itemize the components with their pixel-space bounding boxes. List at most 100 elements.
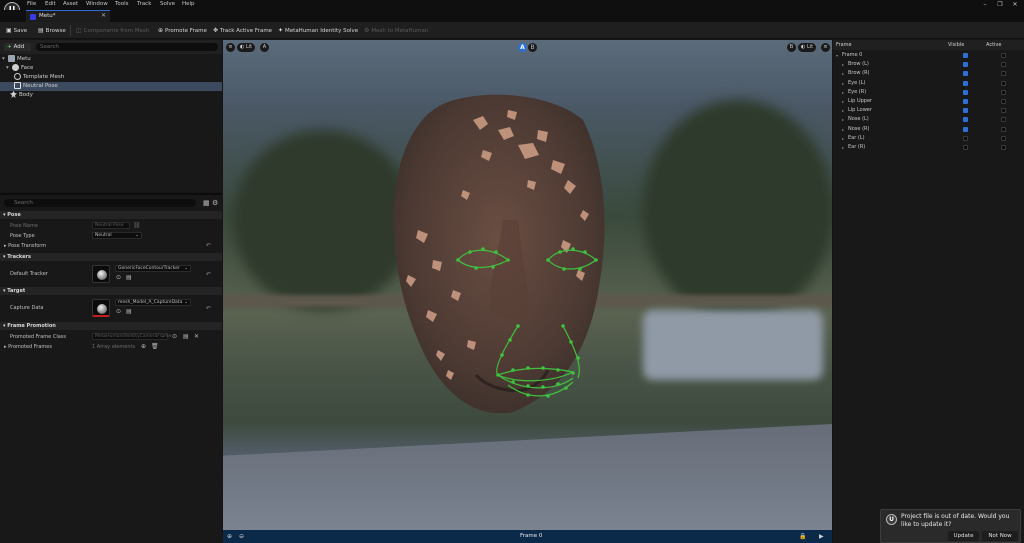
expand-arrow-icon[interactable]: ▸ <box>842 79 844 88</box>
zoom-out-icon[interactable]: ⊖ <box>239 533 244 540</box>
section-frame-promotion[interactable]: ▾ Frame Promotion <box>0 322 222 330</box>
details-search-input[interactable]: Search <box>4 199 196 207</box>
menu-help[interactable]: Help <box>182 1 195 7</box>
browse-asset-icon[interactable]: ▤ <box>126 308 132 315</box>
visible-checkbox[interactable] <box>963 62 968 68</box>
expand-arrow-icon[interactable]: ▸ <box>842 106 844 115</box>
active-checkbox[interactable] <box>1001 108 1006 114</box>
frame-row[interactable]: ▸ Ear (L) <box>833 134 1024 143</box>
expand-arrow-icon[interactable]: ▸ <box>842 97 844 106</box>
capture-data-dropdown[interactable]: mesh_Model_A_CaptureData ⌄ <box>115 299 191 306</box>
tree-item-face[interactable]: ▾ Face <box>0 64 222 73</box>
visible-checkbox[interactable] <box>963 99 968 104</box>
visible-checkbox[interactable] <box>963 117 968 123</box>
use-selected-icon[interactable]: ⊙ <box>116 274 121 281</box>
expand-arrow-icon[interactable]: ▸ <box>842 115 844 124</box>
visible-checkbox[interactable] <box>963 53 968 58</box>
active-checkbox[interactable] <box>1001 71 1006 77</box>
frame-row[interactable]: ▸ Brow (R) <box>833 69 1024 78</box>
tracker-thumbnail[interactable] <box>92 265 110 283</box>
reset-icon[interactable]: ↶ <box>206 271 211 278</box>
save-button[interactable]: ▣ Save <box>6 26 27 35</box>
menu-tools[interactable]: Tools <box>115 1 129 7</box>
active-checkbox[interactable] <box>1001 53 1006 58</box>
pose-type-dropdown[interactable]: Neutral ⌄ <box>92 232 142 239</box>
camera-icon[interactable]: ▶ <box>819 533 824 540</box>
active-checkbox[interactable] <box>1001 62 1006 68</box>
frame-row[interactable]: ▸ Nose (L) <box>833 115 1024 124</box>
frame-row[interactable]: ▾ Frame 0 <box>833 51 1024 60</box>
visible-checkbox[interactable] <box>963 135 968 141</box>
frame-row[interactable]: ▸ Eye (L) <box>833 79 1024 88</box>
outliner-search-input[interactable]: Search <box>36 43 218 51</box>
viewport[interactable]: ≡ ◐ Lit A A B B ◐ Lit ≡ <box>223 40 832 530</box>
tree-item-neutral-pose[interactable]: Neutral Pose <box>0 82 222 91</box>
promoted-frame-class-dropdown[interactable]: MetaHumanIdentityCameraFrame ⌄ <box>92 333 171 340</box>
active-checkbox[interactable] <box>1001 89 1006 95</box>
zoom-in-icon[interactable]: ⊕ <box>227 533 232 540</box>
active-checkbox[interactable] <box>1001 80 1006 86</box>
mesh-to-metahuman-button[interactable]: ⚙ Mesh to MetaHuman <box>364 26 428 35</box>
menu-solve[interactable]: Solve <box>160 1 175 7</box>
browse-asset-icon[interactable]: ▤ <box>126 274 132 281</box>
not-now-button[interactable]: Not Now <box>982 531 1018 541</box>
menu-asset[interactable]: Asset <box>63 1 78 7</box>
restore-icon[interactable]: ❐ <box>993 1 1007 8</box>
active-checkbox[interactable] <box>1001 126 1006 132</box>
lit-mode-right-button[interactable]: ◐ Lit <box>798 43 817 52</box>
table-view-icon[interactable]: ▦ <box>203 199 210 207</box>
active-checkbox[interactable] <box>1001 117 1006 123</box>
clear-icon[interactable]: ✕ <box>194 333 199 340</box>
browse-asset-icon[interactable]: ▤ <box>183 333 189 340</box>
menu-edit[interactable]: Edit <box>45 1 56 7</box>
reset-icon[interactable]: ↶ <box>206 305 211 312</box>
frame-row[interactable]: ▸ Nose (R) <box>833 125 1024 134</box>
camera-b-button[interactable]: B <box>787 43 796 52</box>
visible-checkbox[interactable] <box>963 71 968 77</box>
add-element-icon[interactable]: ⊕ <box>141 343 146 350</box>
capture-data-thumbnail[interactable] <box>92 299 110 317</box>
ab-toggle-a[interactable]: A <box>518 43 527 52</box>
viewport-menu-icon[interactable]: ≡ <box>226 43 235 52</box>
frame-row[interactable]: ▸ Lip Lower <box>833 106 1024 115</box>
viewport-options-icon[interactable]: ≡ <box>821 43 830 52</box>
expand-arrow-icon[interactable]: ▸ <box>842 88 844 97</box>
lock-icon[interactable]: 🔒 <box>799 533 806 540</box>
use-selected-icon[interactable]: ⊙ <box>116 308 121 315</box>
active-checkbox[interactable] <box>1001 145 1006 150</box>
frame-row[interactable]: ▸ Brow (L) <box>833 60 1024 69</box>
column-visible[interactable]: Visible <box>948 42 964 48</box>
expand-arrow-icon[interactable]: ▾ <box>836 51 838 60</box>
active-checkbox[interactable] <box>1001 135 1006 141</box>
frame-row[interactable]: ▸ Ear (R) <box>833 143 1024 152</box>
visible-checkbox[interactable] <box>963 145 968 150</box>
promoted-frames-label[interactable]: ▸ Promoted Frames <box>4 344 52 350</box>
pose-transform-label[interactable]: ▸ Pose Transform <box>4 243 46 249</box>
menu-file[interactable]: File <box>27 1 36 7</box>
tree-item-template-mesh[interactable]: Template Mesh <box>0 73 222 82</box>
expand-arrow-icon[interactable]: ▸ <box>842 69 844 78</box>
active-checkbox[interactable] <box>1001 99 1006 104</box>
column-frame[interactable]: Frame <box>836 42 852 48</box>
expand-arrow-icon[interactable]: ▾ <box>6 64 12 73</box>
ab-toggle-b[interactable]: B <box>528 43 537 52</box>
identity-solve-button[interactable]: ✦ MetaHuman Identity Solve <box>278 26 358 35</box>
camera-a-button[interactable]: A <box>260 43 269 52</box>
components-from-mesh-button[interactable]: ◫ Components from Mesh <box>76 26 149 35</box>
close-tab-icon[interactable]: ✕ <box>101 12 106 19</box>
column-active[interactable]: Active <box>986 42 1001 48</box>
expand-arrow-icon[interactable]: ▸ <box>842 134 844 143</box>
lit-mode-left-button[interactable]: ◐ Lit <box>237 43 256 52</box>
expand-arrow-icon[interactable]: ▸ <box>842 125 844 134</box>
reset-icon[interactable]: ↶ <box>206 242 211 249</box>
minimize-icon[interactable]: – <box>978 1 992 8</box>
expand-arrow-icon[interactable]: ▸ <box>842 60 844 69</box>
tree-item-metu[interactable]: ▾ Metu <box>0 55 222 64</box>
update-button[interactable]: Update <box>948 531 979 541</box>
gear-icon[interactable]: ⚙ <box>212 199 218 207</box>
section-target[interactable]: ▾ Target <box>0 287 222 295</box>
section-trackers[interactable]: ▾ Trackers <box>0 253 222 261</box>
visible-checkbox[interactable] <box>963 108 968 114</box>
track-active-frame-button[interactable]: ✥ Track Active Frame <box>213 26 272 35</box>
section-pose[interactable]: ▾ Pose <box>0 211 222 219</box>
